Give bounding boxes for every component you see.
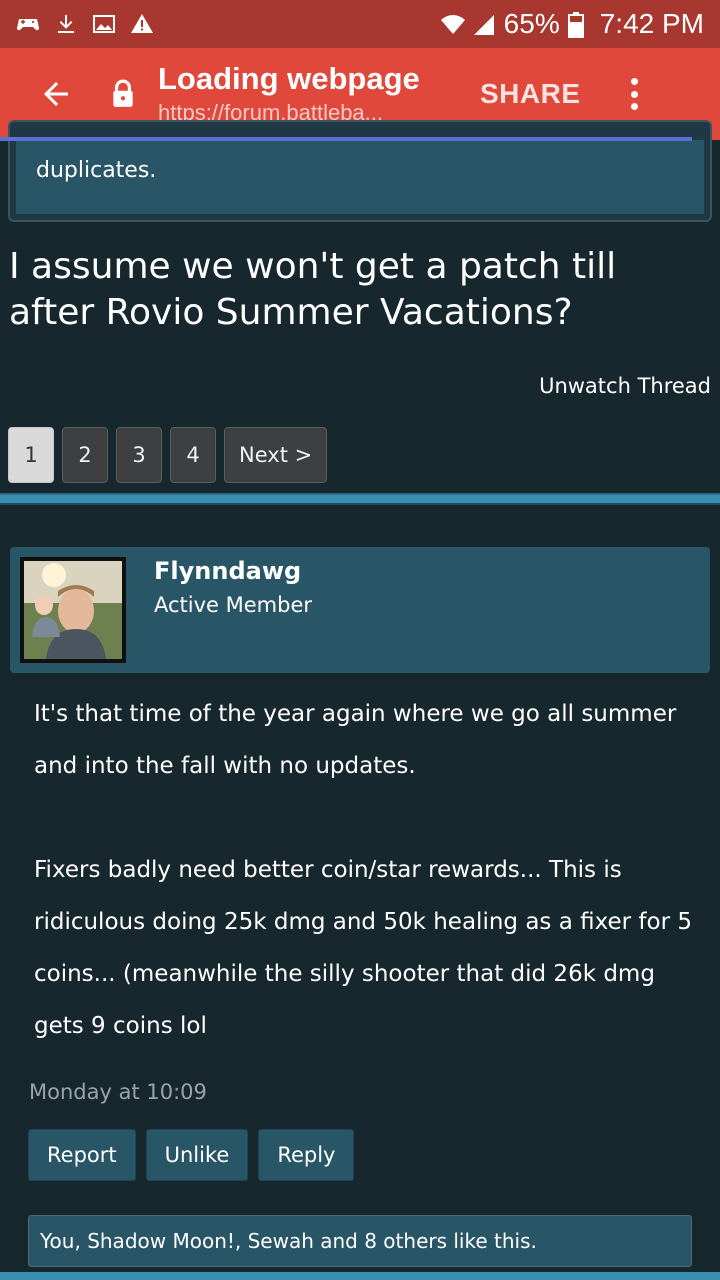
post-author-name[interactable]: Flynndawg	[154, 557, 301, 585]
image-icon	[92, 12, 116, 36]
status-bar: 65% 7:42 PM	[0, 0, 720, 48]
reply-button[interactable]: Reply	[258, 1129, 355, 1181]
wifi-icon	[440, 12, 465, 36]
unlike-button[interactable]: Unlike	[145, 1129, 249, 1181]
more-vert-icon[interactable]	[623, 74, 647, 114]
section-divider	[0, 493, 720, 505]
share-button[interactable]: SHARE	[480, 78, 581, 110]
report-button[interactable]: Report	[28, 1129, 136, 1181]
page-title: Loading webpage	[158, 61, 420, 96]
battery-icon	[567, 12, 592, 38]
page-button-1[interactable]: 1	[8, 427, 54, 483]
post-paragraph: Fixers badly need better coin/star rewar…	[34, 857, 692, 1039]
signal-icon	[472, 12, 496, 36]
warning-icon	[130, 12, 154, 36]
page-button-4[interactable]: 4	[170, 427, 216, 483]
post-author-header: Flynndawg Active Member	[10, 547, 710, 673]
lock-icon	[106, 74, 140, 114]
likes-summary[interactable]: You, Shadow Moon!, Sewah and 8 others li…	[28, 1215, 692, 1267]
back-arrow-icon[interactable]	[28, 66, 84, 122]
thread-title: I assume we won't get a patch till after…	[9, 246, 617, 333]
section-divider-bottom	[0, 1272, 720, 1280]
page-button-3[interactable]: 3	[116, 427, 162, 483]
post-date[interactable]: Monday at 10:09	[29, 1080, 207, 1104]
page-button-2[interactable]: 2	[62, 427, 108, 483]
unwatch-thread-link[interactable]: Unwatch Thread	[539, 374, 711, 398]
clock: 7:42 PM	[599, 8, 704, 39]
pagination: 1 2 3 4 Next >	[8, 427, 328, 483]
avatar[interactable]	[20, 557, 126, 663]
game-controller-icon	[16, 12, 40, 36]
battery-percent: 65%	[503, 8, 560, 39]
post-actions: Report Unlike Reply	[28, 1129, 355, 1181]
post-author-role: Active Member	[154, 593, 313, 617]
quote-text: duplicates.	[36, 158, 157, 183]
download-icon	[54, 12, 78, 36]
post-paragraph: It's that time of the year again where w…	[34, 701, 677, 779]
loading-progress-bar	[0, 137, 692, 141]
next-page-button[interactable]: Next >	[224, 427, 328, 483]
post-message: It's that time of the year again where w…	[34, 688, 694, 1052]
